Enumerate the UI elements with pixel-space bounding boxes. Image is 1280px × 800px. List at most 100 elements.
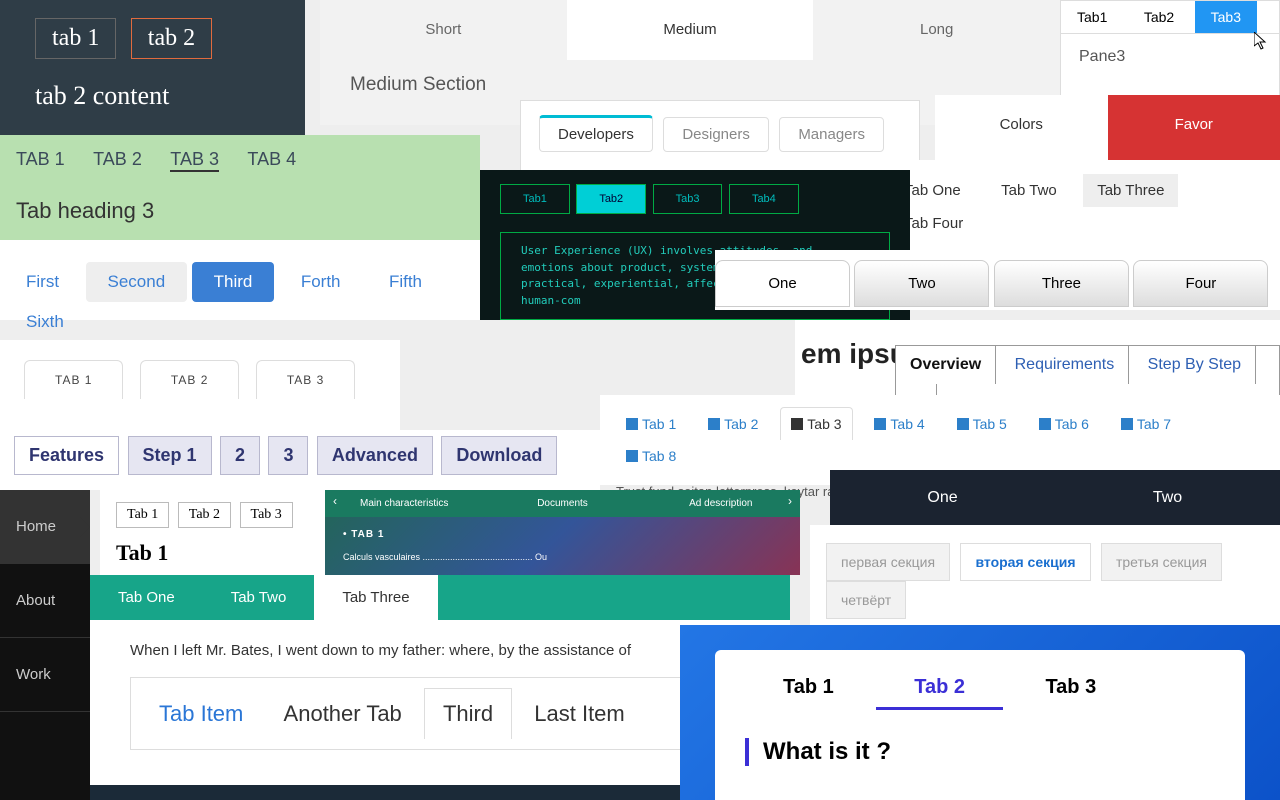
tab-first[interactable]: First	[4, 262, 81, 302]
tab-long[interactable]: Long	[813, 0, 1060, 60]
tab-short[interactable]: Short	[320, 0, 567, 60]
inner-tabs: Tab Item Another Tab Third Last Item	[130, 677, 750, 750]
panel-word-tabs: Tab One Tab Two Tab Three Tab Four Ut en…	[870, 160, 1280, 250]
tab-f2[interactable]: TAB 2	[93, 149, 142, 170]
tab-f3[interactable]: TAB 3	[170, 149, 219, 172]
calendar-icon	[791, 418, 803, 430]
tab-designers[interactable]: Designers	[663, 117, 769, 152]
t-sub: Calculs vasculaires ....................…	[325, 552, 800, 562]
tab-q1[interactable]: первая секция	[826, 543, 950, 581]
tab-g2[interactable]: Tab Two	[987, 174, 1071, 207]
tab-j3[interactable]: Three	[994, 260, 1129, 307]
tab-u3[interactable]: Tab Three	[314, 575, 437, 620]
tab-g3[interactable]: Tab Three	[1083, 174, 1178, 207]
tab-managers[interactable]: Managers	[779, 117, 884, 152]
tab-ui3[interactable]: Third	[424, 688, 512, 739]
tab-f1[interactable]: TAB 1	[16, 149, 65, 170]
tab-download[interactable]: Download	[441, 436, 557, 475]
tab-h4[interactable]: Tab4	[729, 184, 799, 214]
tab-f4[interactable]: TAB 4	[247, 149, 296, 170]
tab-m1[interactable]: TAB 1	[24, 360, 123, 399]
tab-colors[interactable]: Colors	[935, 95, 1108, 160]
panel-gradient-tabs: ‹ › Main characteristics Documents Ad de…	[325, 490, 800, 575]
tab-fifth[interactable]: Fifth	[367, 262, 444, 302]
tab-overview[interactable]: Overview	[896, 346, 996, 384]
tab-ui1[interactable]: Tab Item	[141, 689, 261, 739]
tab-v2[interactable]: Tab 2	[876, 668, 1003, 710]
tab-h2[interactable]: Tab2	[576, 184, 646, 214]
tab-ui2[interactable]: Another Tab	[266, 689, 420, 739]
tab-n4[interactable]: Tab 4	[864, 408, 934, 440]
tab-q2[interactable]: вторая секция	[960, 543, 1090, 581]
t-line: • TAB 1	[325, 517, 800, 552]
tab-n7[interactable]: Tab 7	[1111, 408, 1181, 440]
tab-j4[interactable]: Four	[1133, 260, 1268, 307]
tab-q3[interactable]: третья секция	[1101, 543, 1222, 581]
tab-advanced[interactable]: Advanced	[317, 436, 433, 475]
tab-n3[interactable]: Tab 3	[780, 407, 852, 440]
tab-stepbystep[interactable]: Step By Step	[1134, 346, 1256, 384]
tab-u1[interactable]: Tab One	[90, 575, 203, 620]
tab-n1[interactable]: Tab 1	[616, 408, 686, 440]
tab-s3[interactable]: Tab 3	[240, 502, 293, 528]
tab-ui4[interactable]: Last Item	[516, 689, 642, 739]
tab-forth[interactable]: Forth	[279, 262, 363, 302]
tab-n2[interactable]: Tab 2	[698, 408, 768, 440]
tab-s2[interactable]: Tab 2	[178, 502, 231, 528]
tab-j2[interactable]: Two	[854, 260, 989, 307]
nav-work[interactable]: Work	[0, 638, 90, 712]
tab-features[interactable]: Features	[14, 436, 119, 475]
tab-p1[interactable]: One	[830, 470, 1055, 525]
circle-icon	[626, 450, 638, 462]
grid-icon	[1121, 418, 1133, 430]
tab-m2[interactable]: TAB 2	[140, 360, 239, 399]
arrow-right-icon[interactable]: ›	[788, 494, 792, 508]
nav-about[interactable]: About	[0, 564, 90, 638]
tab-t1[interactable]: Main characteristics	[325, 490, 483, 517]
tab-v1[interactable]: Tab 1	[745, 668, 872, 707]
chart-icon	[1039, 418, 1051, 430]
tab-u2[interactable]: Tab Two	[203, 575, 315, 620]
tab-j1[interactable]: One	[715, 260, 850, 307]
tab-step1[interactable]: Step 1	[128, 436, 212, 475]
tab-n5[interactable]: Tab 5	[947, 408, 1017, 440]
u-content: When I left Mr. Bates, I went down to my…	[130, 642, 750, 659]
tab-d2[interactable]: Tab2	[1128, 1, 1190, 33]
tab-q4[interactable]: четвёрт	[826, 581, 906, 619]
panel-serif-tabs: Tab 1 Tab 2 Tab 3 Tab 1	[100, 490, 325, 575]
tab-t3[interactable]: Ad description	[642, 490, 800, 517]
tab-t2[interactable]: Documents	[483, 490, 641, 517]
tab-a1[interactable]: tab 1	[35, 18, 116, 59]
tab-second[interactable]: Second	[86, 262, 188, 302]
v-heading: What is it ?	[745, 738, 1215, 766]
tab-d3[interactable]: Tab3	[1195, 1, 1257, 33]
tab-m3[interactable]: TAB 3	[256, 360, 355, 399]
nav-home[interactable]: Home	[0, 490, 90, 564]
tab-d1[interactable]: Tab1	[1061, 1, 1123, 33]
tab-n6[interactable]: Tab 6	[1029, 408, 1099, 440]
tab-heading: Tab heading 3	[16, 198, 464, 224]
tab-h3[interactable]: Tab3	[653, 184, 723, 214]
tab-v3[interactable]: Tab 3	[1007, 668, 1134, 707]
sidebar-nav: Home About Work	[0, 490, 90, 800]
tab-favor[interactable]: Favor	[1108, 95, 1280, 160]
panel-russian-tabs: первая секция вторая секция третья секци…	[810, 525, 1280, 625]
tab-h1[interactable]: Tab1	[500, 184, 570, 214]
tab-a-content: tab 2 content	[35, 81, 270, 111]
tab-step3[interactable]: 3	[268, 436, 308, 475]
home-icon	[626, 418, 638, 430]
list-icon	[708, 418, 720, 430]
tab-p2[interactable]: Two	[1055, 470, 1280, 525]
panel-dark-pair-tabs: One Two	[830, 470, 1280, 525]
tab-a2[interactable]: tab 2	[131, 18, 212, 59]
tab-s1[interactable]: Tab 1	[116, 502, 169, 528]
tab-third[interactable]: Third	[192, 262, 275, 302]
tab-n8[interactable]: Tab 8	[616, 440, 686, 472]
arrow-left-icon[interactable]: ‹	[333, 494, 337, 508]
tab-developers[interactable]: Developers	[539, 115, 653, 152]
tab-step2[interactable]: 2	[220, 436, 260, 475]
tab-requirements[interactable]: Requirements	[1001, 346, 1130, 384]
panel-folder-tabs: One Two Three Four	[715, 250, 1280, 310]
tab-medium[interactable]: Medium	[567, 0, 814, 60]
tab-sixth[interactable]: Sixth	[4, 302, 86, 342]
